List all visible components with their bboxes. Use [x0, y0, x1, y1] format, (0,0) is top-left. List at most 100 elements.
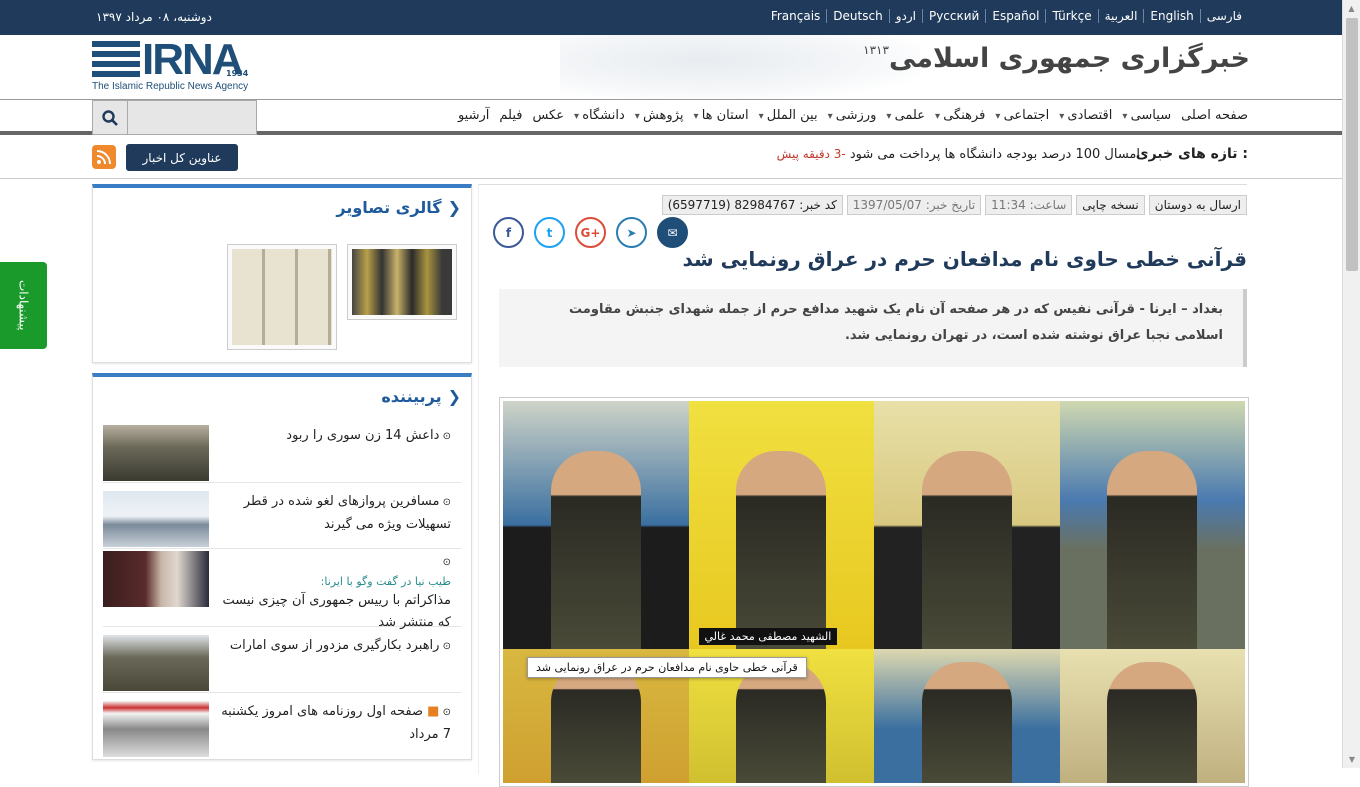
thumbnail-image[interactable] — [103, 551, 209, 607]
popular-title: پربیننده — [381, 387, 442, 406]
current-date: دوشنبه، ۰۸ مرداد ۱۳۹۷ — [96, 10, 212, 24]
list-item-title[interactable]: راهبرد بکارگیری مزدور از سوی امارات — [215, 635, 451, 658]
lang-english[interactable]: English — [1143, 9, 1199, 23]
martyrs-collage-image: الشهید مصطفی محمد غالي قرآنی خطی حاوی نا… — [503, 401, 1245, 783]
nav-provinces[interactable]: استان ها — [693, 108, 749, 123]
nav-home[interactable]: صفحه اصلی — [1181, 108, 1248, 123]
gallery-thumbnails — [93, 228, 471, 362]
share-buttons: f t G+ ➤ ✉ — [493, 217, 688, 248]
nav-archive[interactable]: آرشیو — [458, 108, 489, 123]
popular-header[interactable]: ❮ پربیننده — [93, 377, 471, 417]
suggestions-tab[interactable]: پیشنهادات — [0, 262, 47, 349]
article-meta: کد خبر: 82984767 (6597719) تاریخ خبر: 13… — [661, 195, 1247, 215]
brand-year: ۱۳۱۳ — [863, 43, 890, 57]
list-item[interactable]: مسافرین پروازهای لغو شده در قطر تسهیلات … — [103, 483, 461, 549]
popular-box: ❮ پربیننده داعش 14 زن سوری را ربود مسافری… — [92, 373, 472, 760]
logo-bars — [92, 41, 140, 77]
facebook-icon[interactable]: f — [493, 217, 524, 248]
page-scrollbar[interactable]: ▲ ▼ — [1342, 0, 1360, 768]
article-headline: قرآنی خطی حاوی نام مدافعان حرم در عراق ر… — [682, 247, 1247, 271]
news-code: کد خبر: 82984767 (6597719) — [661, 195, 843, 215]
ticker-label: تازه های خبری : — [1135, 146, 1248, 162]
scroll-down-icon[interactable]: ▼ — [1343, 751, 1360, 768]
article-photo[interactable]: الشهید مصطفی محمد غالي قرآنی خطی حاوی نا… — [499, 397, 1249, 787]
lang-russian[interactable]: Русский — [921, 9, 985, 23]
send-to-friends-button[interactable]: ارسال به دوستان — [1148, 195, 1247, 215]
list-item-title[interactable]: طیب نیا در گفت وگو با ایرنا:مذاکراتم با … — [215, 551, 452, 634]
news-time: ساعت: 11:34 — [985, 195, 1073, 215]
nav-sports[interactable]: ورزشی — [828, 108, 877, 123]
list-item[interactable]: طیب نیا در گفت وگو با ایرنا:مذاکراتم با … — [103, 549, 461, 630]
language-switcher: فارسی English العربية Türkçe Español Рус… — [765, 9, 1248, 23]
brand-title: ۱۳۱۳خبرگزاری جمهوری اسلامی — [863, 43, 1251, 74]
lang-spanish[interactable]: Español — [985, 9, 1045, 23]
rss-icon[interactable] — [92, 145, 116, 169]
site-header: IRNA 1934 The Islamic Republic News Agen… — [0, 35, 1342, 99]
chevron-left-icon: ❮ — [447, 198, 461, 217]
photo-caption: قرآنی خطی حاوی نام مدافعان حرم در عراق ر… — [527, 657, 807, 678]
lang-french[interactable]: Français — [765, 9, 826, 23]
lang-arabic[interactable]: العربية — [1097, 9, 1144, 23]
twitter-icon[interactable]: t — [534, 217, 565, 248]
scroll-up-icon[interactable]: ▲ — [1343, 0, 1360, 17]
nav-international[interactable]: بین الملل — [759, 108, 818, 123]
list-item[interactable]: ■ صفحه اول روزنامه های امروز یکشنبه 7 مر… — [103, 693, 461, 759]
search-input[interactable] — [128, 100, 257, 135]
email-icon[interactable]: ✉ — [657, 217, 688, 248]
thumbnail-image[interactable] — [103, 425, 209, 481]
google-plus-icon[interactable]: G+ — [575, 217, 606, 248]
main-nav: صفحه اصلی سیاسی اقتصادی اجتماعی فرهنگی ع… — [0, 99, 1342, 135]
list-item-title[interactable]: داعش 14 زن سوری را ربود — [215, 425, 451, 448]
lang-urdu[interactable]: اردو — [888, 9, 922, 23]
nav-research[interactable]: پژوهش — [635, 108, 684, 123]
print-button[interactable]: نسخه چاپی — [1076, 195, 1145, 215]
brand-title-text: خبرگزاری جمهوری اسلامی — [888, 43, 1251, 74]
logo-subtitle: The Islamic Republic News Agency — [92, 81, 249, 92]
search-icon — [102, 109, 118, 126]
telegram-icon[interactable]: ➤ — [616, 217, 647, 248]
article-lead: بغداد – ایرنا - قرآنی نفیس که در هر صفحه… — [499, 289, 1247, 367]
nav-science[interactable]: علمی — [886, 108, 925, 123]
lang-farsi[interactable]: فارسی — [1199, 9, 1248, 23]
nav-culture[interactable]: فرهنگی — [935, 108, 985, 123]
nav-university[interactable]: دانشگاه — [574, 108, 625, 123]
ticker-headline[interactable]: امسال 100 درصد بودجه دانشگاه ها پرداخت م… — [850, 147, 1140, 162]
list-item-title[interactable]: مسافرین پروازهای لغو شده در قطر تسهیلات … — [215, 491, 451, 536]
list-item[interactable]: راهبرد بکارگیری مزدور از سوی امارات — [103, 627, 461, 693]
lang-turkish[interactable]: Türkçe — [1045, 9, 1097, 23]
article: کد خبر: 82984767 (6597719) تاریخ خبر: 13… — [478, 184, 1249, 787]
logo-year: 1934 — [226, 69, 249, 78]
scrollbar-thumb[interactable] — [1346, 18, 1358, 271]
nav-menu: صفحه اصلی سیاسی اقتصادی اجتماعی فرهنگی ع… — [458, 108, 1248, 123]
thumbnail-image[interactable] — [103, 701, 209, 757]
popular-list: داعش 14 زن سوری را ربود مسافرین پروازهای… — [93, 417, 471, 759]
photo-nametag: الشهید مصطفی محمد غالي — [698, 628, 838, 645]
list-item-prefix: طیب نیا در گفت وگو با ایرنا: — [320, 575, 451, 588]
nav-video[interactable]: فیلم — [499, 108, 522, 123]
news-date: تاریخ خبر: 1397/05/07 — [846, 195, 982, 215]
nav-politics[interactable]: سیاسی — [1122, 108, 1172, 123]
video-icon: ■ — [423, 704, 440, 719]
ticker-time: -3 دقیقه پیش — [776, 147, 846, 161]
chevron-left-icon: ❮ — [447, 387, 461, 406]
ticker-item[interactable]: امسال 100 درصد بودجه دانشگاه ها پرداخت م… — [777, 147, 1140, 162]
sidebar: ❮ گالری تصاویر ❮ پربیننده داعش 14 زن سوری … — [92, 184, 472, 770]
gallery-thumb-martyrs[interactable] — [347, 244, 457, 320]
lang-german[interactable]: Deutsch — [826, 9, 888, 23]
gallery-box: ❮ گالری تصاویر — [92, 184, 472, 363]
top-bar: دوشنبه، ۰۸ مرداد ۱۳۹۷ فارسی English العر… — [0, 0, 1342, 35]
thumbnail-image[interactable] — [103, 635, 209, 691]
list-item-title[interactable]: ■ صفحه اول روزنامه های امروز یکشنبه 7 مر… — [215, 701, 451, 746]
news-ticker: تازه های خبری : امسال 100 درصد بودجه دان… — [0, 135, 1342, 179]
thumbnail-image[interactable] — [103, 491, 209, 547]
nav-economy[interactable]: اقتصادی — [1059, 108, 1112, 123]
search-button[interactable] — [92, 100, 128, 135]
gallery-thumb-manuscript[interactable] — [227, 244, 337, 350]
all-news-button[interactable]: عناوین کل اخبار — [126, 144, 238, 171]
gallery-title: گالری تصاویر — [336, 198, 442, 217]
nav-photo[interactable]: عکس — [532, 108, 564, 123]
nav-social[interactable]: اجتماعی — [995, 108, 1050, 123]
irna-logo[interactable]: IRNA 1934 The Islamic Republic News Agen… — [92, 35, 262, 93]
gallery-header[interactable]: ❮ گالری تصاویر — [93, 188, 471, 228]
list-item[interactable]: داعش 14 زن سوری را ربود — [103, 417, 461, 483]
